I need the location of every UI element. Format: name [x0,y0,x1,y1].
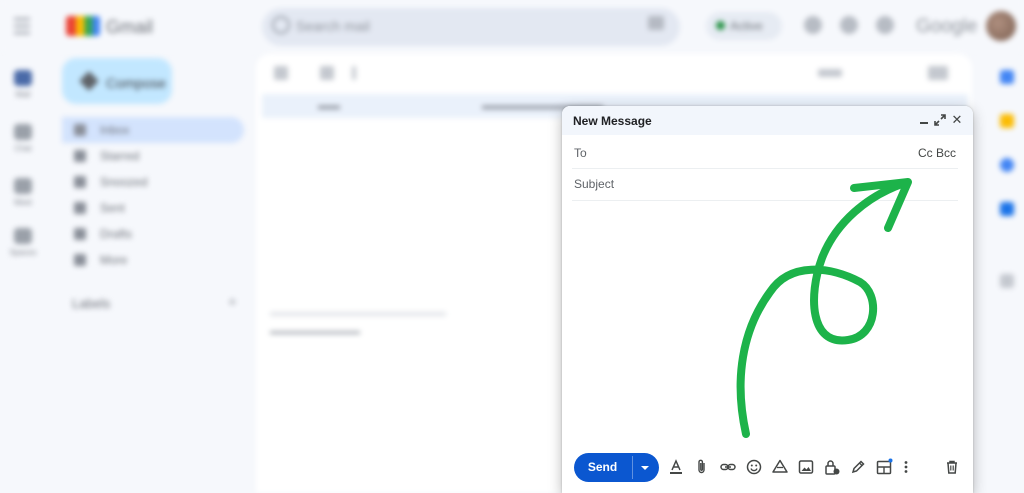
gmail-logo[interactable] [66,16,100,36]
help-icon[interactable] [804,16,822,34]
cc-link[interactable]: Cc [918,146,933,160]
nav-item-drafts[interactable]: Drafts [62,221,244,247]
emoji-icon[interactable] [745,458,763,476]
to-label: To [574,146,587,160]
calendar-icon[interactable] [1000,70,1014,84]
add-addon-icon[interactable] [1000,274,1014,288]
compose-window: New Message ✕ To Cc Bcc Send [562,106,973,493]
send-icon [74,202,86,214]
send-button-group: Send [574,453,659,482]
rail-item-spaces[interactable]: Spaces [8,228,38,257]
minimize-icon[interactable] [917,112,931,128]
attach-icon[interactable] [693,458,711,476]
more-icon[interactable] [352,66,356,80]
rail-item-meet[interactable]: Meet [8,178,38,207]
drive-icon[interactable] [771,458,789,476]
signature-pen-icon[interactable] [849,458,867,476]
spaces-icon [14,228,32,244]
search-icon[interactable] [272,16,290,34]
row-sender: ▬▬ [318,100,340,112]
subject-field [572,169,958,201]
labels-header: Labels [72,296,111,311]
google-account-wordmark: Google [916,16,978,37]
to-field[interactable]: To Cc Bcc [572,137,958,169]
link-icon[interactable] [719,458,737,476]
bcc-link[interactable]: Bcc [936,146,956,160]
send-button[interactable]: Send [574,453,631,482]
gmail-wordmark: Gmail [106,17,154,37]
tasks-icon[interactable] [1000,158,1014,172]
clock-icon [74,176,86,188]
meet-icon [14,178,32,194]
search-options-icon[interactable] [648,16,664,30]
text-format-icon[interactable] [667,458,685,476]
compose-header[interactable]: New Message ✕ [562,106,973,135]
apps-grid-icon[interactable] [876,16,894,34]
main-menu-icon[interactable] [14,18,30,34]
right-side-panel [988,52,1024,493]
avatar[interactable] [986,11,1016,41]
discard-trash-icon[interactable] [943,458,961,476]
compose-title: New Message [573,114,652,128]
nav-item-snoozed[interactable]: Snoozed [62,169,244,195]
search-placeholder: Search mail [296,18,370,34]
contacts-icon[interactable] [1000,202,1014,216]
close-icon[interactable]: ✕ [950,112,964,128]
photo-icon[interactable] [797,458,815,476]
star-icon [74,150,86,162]
message-body[interactable] [572,202,962,446]
nav-item-starred[interactable]: Starred [62,143,244,169]
send-options-dropdown[interactable] [633,453,659,482]
nav-item-more[interactable]: More [62,247,244,273]
chat-icon [14,124,32,140]
inbox-icon [74,124,86,136]
mail-icon [14,70,32,86]
select-checkbox-icon[interactable] [274,66,288,80]
subject-input[interactable] [572,169,956,199]
keep-icon[interactable] [1000,114,1014,128]
full-screen-icon[interactable] [933,112,947,128]
add-label-icon[interactable]: + [228,294,237,311]
rail-item-chat[interactable]: Chat [8,124,38,153]
chevron-down-icon [74,254,86,266]
compose-button-label: Compose [106,75,166,91]
layouts-icon[interactable] [875,458,893,476]
nav-item-inbox[interactable]: Inbox [62,117,244,143]
settings-gear-icon[interactable] [840,16,858,34]
storage-bar [270,312,446,316]
status-label: Active [730,19,763,33]
refresh-icon[interactable] [320,66,334,80]
storage-text: ▬▬▬▬▬▬▬▬▬▬ [270,326,360,336]
confidential-lock-icon[interactable] [823,458,841,476]
cc-bcc-links: Cc Bcc [918,146,956,160]
pagination-text [818,69,842,77]
input-tools-icon[interactable] [928,66,948,80]
draft-icon [74,228,86,240]
nav-item-sent[interactable]: Sent [62,195,244,221]
rail-item-mail[interactable]: Mail [8,70,38,99]
more-options-icon[interactable] [901,458,911,476]
status-dot-icon [716,21,725,30]
